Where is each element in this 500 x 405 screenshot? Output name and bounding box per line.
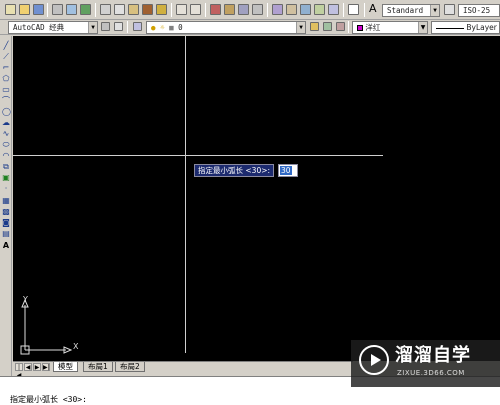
insert-block-icon[interactable]: ⧉ xyxy=(2,163,10,171)
layer-states-icon[interactable] xyxy=(133,22,142,31)
toolbar-separator xyxy=(267,3,268,17)
ucs-y-label: Y xyxy=(23,295,28,304)
chevron-down-icon: ▼ xyxy=(418,22,427,33)
save-icon[interactable] xyxy=(33,4,44,15)
zoom-realtime-icon[interactable] xyxy=(224,4,235,15)
dim-style-icon[interactable] xyxy=(444,4,455,15)
play-logo-icon xyxy=(359,345,389,375)
block-editor-icon[interactable] xyxy=(156,4,167,15)
gradient-icon[interactable]: ▩ xyxy=(2,208,10,216)
design-center-icon[interactable] xyxy=(286,4,297,15)
tab-layout1[interactable]: 布局1 xyxy=(83,362,113,372)
dynamic-input-value[interactable]: 30 xyxy=(280,166,292,175)
workspace-settings-icon[interactable] xyxy=(101,22,110,31)
linetype-sample xyxy=(436,27,464,29)
toolbar-separator xyxy=(343,3,344,17)
markup-icon[interactable] xyxy=(328,4,339,15)
sheet-set-icon[interactable] xyxy=(314,4,325,15)
first-tab-icon[interactable]: |◀ xyxy=(15,363,23,379)
watermark-url: ZIXUE.3D66.COM xyxy=(397,369,465,377)
dynamic-input-prompt: 指定最小弧长 <30>: xyxy=(194,164,275,177)
toolbar-separator xyxy=(364,3,365,17)
chevron-down-icon: ▼ xyxy=(296,22,305,33)
make-block-icon[interactable]: ▣ xyxy=(2,174,10,182)
crosshair-vertical xyxy=(185,36,186,353)
tab-layout2[interactable]: 布局2 xyxy=(115,362,145,372)
zoom-window-icon[interactable] xyxy=(238,4,249,15)
dim-style-select[interactable]: ISO-25 xyxy=(458,4,500,17)
command-line[interactable]: 指定最小弧长 <30>: xyxy=(10,394,87,405)
next-tab-icon[interactable]: ▶ xyxy=(33,363,41,371)
ellipse-icon[interactable]: ⬭ xyxy=(2,141,10,149)
toolbar-separator xyxy=(348,21,349,33)
color-swatch xyxy=(357,25,363,31)
watermark: 溜溜自学 ZIXUE.3D66.COM xyxy=(351,340,500,387)
last-tab-icon[interactable]: ▶| xyxy=(42,363,50,371)
standard-toolbar: A Standard ▼ ISO-25 xyxy=(0,0,500,20)
text-style-icon[interactable]: A xyxy=(369,3,380,14)
linetype-select[interactable]: ByLayer xyxy=(431,21,500,34)
spline-icon[interactable]: ∿ xyxy=(2,130,10,138)
toolbar-separator xyxy=(171,3,172,17)
toolbar-separator xyxy=(47,3,48,17)
text-style-select[interactable]: Standard ▼ xyxy=(382,4,440,17)
point-icon[interactable]: · xyxy=(2,185,10,193)
open-file-icon[interactable] xyxy=(19,4,30,15)
chevron-down-icon: ▼ xyxy=(430,5,439,16)
sun-icon: ☼ xyxy=(160,23,165,32)
watermark-title: 溜溜自学 xyxy=(395,345,471,366)
toolbar-separator xyxy=(205,3,206,17)
previous-tab-icon[interactable]: ◀ xyxy=(24,363,32,371)
polyline-icon[interactable]: ⌐ xyxy=(2,64,10,72)
layout-tabs: |◀ ◀ ▶ ▶| 模型 布局1 布局2 xyxy=(13,361,353,379)
lock-icon: ■ xyxy=(169,23,174,32)
layer-manager-icon[interactable] xyxy=(114,22,123,31)
table-icon[interactable]: ▤ xyxy=(2,230,10,238)
redo-icon[interactable] xyxy=(190,4,201,15)
publish-icon[interactable] xyxy=(80,4,91,15)
ucs-x-label: X xyxy=(73,342,79,351)
layer-previous-icon[interactable] xyxy=(323,22,332,31)
color-select[interactable]: 洋红 ▼ xyxy=(352,21,428,34)
multiline-text-icon[interactable]: A xyxy=(2,242,10,250)
tab-model[interactable]: 模型 xyxy=(53,362,78,372)
circle-icon[interactable]: ◯ xyxy=(2,108,11,116)
crosshair-horizontal xyxy=(13,155,383,156)
region-icon[interactable]: ◙ xyxy=(2,219,10,227)
help-icon[interactable] xyxy=(348,4,359,15)
tool-palettes-icon[interactable] xyxy=(300,4,311,15)
workspace-select[interactable]: AutoCAD 经典 ▼ xyxy=(8,21,98,34)
hatch-icon[interactable]: ▦ xyxy=(2,197,10,205)
paste-icon[interactable] xyxy=(128,4,139,15)
toolbar-separator xyxy=(127,21,128,33)
layer-iso-icon[interactable] xyxy=(336,22,345,31)
dynamic-input-field[interactable]: 30 xyxy=(278,164,298,177)
revision-cloud-icon[interactable]: ☁ xyxy=(2,119,10,127)
line-icon[interactable]: ╱ xyxy=(2,42,10,50)
toolbar-separator xyxy=(95,3,96,17)
layer-select[interactable]: ● ☼ ■ 0 ▼ xyxy=(146,21,306,34)
drawing-canvas[interactable]: 指定最小弧长 <30>: 30 Y X xyxy=(13,36,500,361)
draw-toolbar: ╱ ⟋ ⌐ ⬠ ▭ ⌒ ◯ ☁ ∿ ⬭ ◠ ⧉ ▣ · ▦ ▩ ◙ ▤ A xyxy=(0,36,12,376)
rectangle-icon[interactable]: ▭ xyxy=(2,86,10,94)
construction-line-icon[interactable]: ⟋ xyxy=(2,53,10,61)
plot-preview-icon[interactable] xyxy=(66,4,77,15)
polygon-icon[interactable]: ⬠ xyxy=(2,75,10,83)
make-current-layer-icon[interactable] xyxy=(310,22,319,31)
lightbulb-icon: ● xyxy=(151,23,156,32)
chevron-down-icon: ▼ xyxy=(88,22,97,33)
properties-icon[interactable] xyxy=(272,4,283,15)
zoom-previous-icon[interactable] xyxy=(252,4,263,15)
layers-toolbar: AutoCAD 经典 ▼ ● ☼ ■ 0 ▼ 洋红 ▼ ByLayer xyxy=(0,20,500,35)
match-properties-icon[interactable] xyxy=(142,4,153,15)
undo-icon[interactable] xyxy=(176,4,187,15)
arc-icon[interactable]: ⌒ xyxy=(2,97,10,105)
copy-icon[interactable] xyxy=(114,4,125,15)
pan-icon[interactable] xyxy=(210,4,221,15)
ellipse-arc-icon[interactable]: ◠ xyxy=(2,152,10,160)
print-icon[interactable] xyxy=(52,4,63,15)
cut-icon[interactable] xyxy=(100,4,111,15)
new-file-icon[interactable] xyxy=(5,4,16,15)
